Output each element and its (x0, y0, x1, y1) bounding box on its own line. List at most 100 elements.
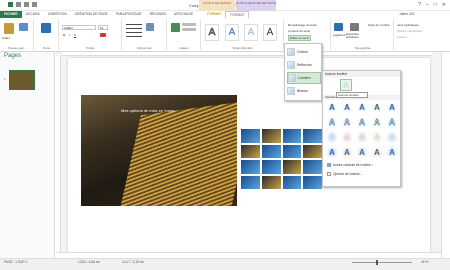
glow-option[interactable]: A (341, 132, 353, 143)
stylistic-alternates-button[interactable]: Jeux stylistiques (397, 23, 419, 27)
preview-strip (241, 129, 322, 189)
pages-panel-title: Pages (4, 53, 22, 59)
menu-item-bevel[interactable]: Biseau (287, 85, 321, 97)
font-color-icon[interactable] (100, 33, 106, 37)
more-glow-colors-label: Autres couleurs de lumière (333, 163, 371, 167)
context-drawing-tools: OUTILS DE DESSIN (199, 0, 235, 11)
close-button[interactable]: ✕ (442, 2, 446, 8)
tab-page-design[interactable]: CRÉATION DE PAGE (71, 11, 112, 18)
glow-option[interactable]: A (371, 132, 383, 143)
glow-option[interactable]: A (326, 132, 338, 143)
glow-option[interactable]: A (341, 102, 353, 113)
hyphenation-icon[interactable] (171, 23, 180, 32)
menu-item-shadow[interactable]: Ombre (287, 46, 321, 58)
glow-option[interactable]: A (371, 117, 383, 128)
swash-button[interactable]: Lettrine (397, 35, 407, 39)
bold-button[interactable]: G (63, 33, 65, 37)
italic-button[interactable]: I (69, 33, 70, 37)
tab-insert[interactable]: INSERTION (44, 11, 70, 18)
wordart-style-1[interactable]: A (205, 24, 219, 41)
palette-icon (327, 163, 331, 168)
menu-item-reflection-label: Réflexion (297, 63, 312, 67)
break-link-icon[interactable] (182, 28, 196, 31)
no-glow-option[interactable]: A (340, 79, 352, 91)
help-button[interactable]: ? (418, 2, 421, 8)
align-grid-icon[interactable] (126, 23, 142, 37)
menu-item-reflection[interactable]: Réflexion (287, 59, 321, 71)
save-icon[interactable] (16, 2, 21, 7)
tab-review[interactable]: RÉVISION (146, 11, 170, 18)
tab-home[interactable]: ACCUEIL (22, 11, 45, 18)
preview-tile (261, 144, 281, 158)
tooltip: Aucune lumière (336, 92, 368, 98)
tab-format-textbox[interactable]: FORMAT (225, 11, 250, 18)
paste-button[interactable]: Coller (2, 36, 10, 40)
status-page[interactable]: PAGE : 1 SUR 1 (4, 260, 27, 264)
wordart-style-4[interactable]: A (263, 24, 277, 41)
glow-option[interactable]: A (341, 117, 353, 128)
glow-option[interactable]: A (356, 117, 368, 128)
preview-tile (282, 129, 302, 143)
wordart-style-3-glyph: A (247, 27, 255, 38)
bevel-icon (287, 87, 295, 95)
minimize-button[interactable]: – (426, 2, 429, 8)
quick-access-toolbar (8, 2, 37, 9)
font-select[interactable]: Calibri (62, 25, 96, 30)
undo-icon[interactable] (24, 2, 29, 7)
glow-option[interactable]: A (341, 147, 353, 158)
text-effects-button[interactable]: Effets du texte (288, 35, 312, 41)
font-size-select[interactable]: 12 (98, 25, 108, 30)
create-link-icon[interactable] (182, 23, 196, 26)
columns-icon[interactable] (146, 23, 154, 31)
group-typography: Ligatures Ensembles stylistiques Style d… (332, 19, 394, 50)
redo-icon[interactable] (32, 2, 37, 7)
glow-option[interactable]: A (356, 132, 368, 143)
glow-option[interactable]: A (371, 102, 383, 113)
wordart-style-3[interactable]: A (244, 24, 258, 41)
text-outline-button[interactable]: Contour du texte (288, 29, 310, 33)
glow-options-item[interactable]: Options de lumière... (327, 172, 363, 177)
glow-option[interactable]: A (386, 102, 398, 113)
glow-option[interactable]: A (356, 102, 368, 113)
tab-mailings[interactable]: PUBLIPOSTAGE (112, 11, 146, 18)
text-direction-icon[interactable] (41, 23, 51, 33)
zoom-slider-thumb[interactable] (376, 260, 378, 265)
ligatures-button[interactable]: Ligatures (333, 33, 345, 37)
no-glow-header: Aucune lumière (323, 71, 400, 77)
tab-format-drawing[interactable]: FORMAT (203, 11, 225, 18)
glow-option[interactable]: A (326, 147, 338, 158)
glow-option[interactable]: A (386, 132, 398, 143)
vertical-scrollbar[interactable] (441, 52, 449, 258)
glow-options-label: Options de lumière... (333, 172, 363, 176)
stylistic-sets-icon[interactable] (350, 23, 359, 31)
photo-caption-textbox[interactable]: Mes options de mise en forme (121, 108, 175, 113)
stylistic-sets-button[interactable]: Ensembles stylistiques (346, 33, 366, 39)
preview-tile (241, 144, 260, 158)
page-thumbnail[interactable] (9, 70, 35, 90)
glow-option[interactable]: A (326, 102, 338, 113)
text-fill-button[interactable]: Remplissage du texte (288, 23, 317, 27)
number-style-button[interactable]: Style de nombre (368, 23, 390, 27)
group-text: Texte (35, 19, 59, 50)
preview-tile (241, 129, 260, 143)
wordart-style-2[interactable]: A (225, 24, 239, 41)
zoom-level[interactable]: 45 % (421, 260, 428, 264)
glow-option[interactable]: A (371, 147, 383, 158)
text-fit-icon[interactable] (19, 23, 28, 31)
glow-option[interactable]: A (326, 117, 338, 128)
paste-icon[interactable] (4, 23, 14, 34)
menu-item-glow[interactable]: Lumière (287, 72, 321, 84)
tab-file[interactable]: FICHIER (0, 11, 22, 18)
glow-option[interactable]: A (356, 147, 368, 158)
tab-view[interactable]: AFFICHAGE (170, 11, 197, 18)
zoom-slider[interactable] (352, 262, 412, 263)
maximize-button[interactable]: □ (434, 2, 437, 8)
small-caps-button[interactable]: Petites majuscules (397, 29, 422, 33)
glow-option[interactable]: A (386, 147, 398, 158)
ligatures-icon[interactable] (334, 23, 343, 31)
photo-with-text[interactable]: Mes options de mise en forme (81, 95, 237, 206)
glow-option[interactable]: A (386, 117, 398, 128)
more-glow-colors-item[interactable]: Autres couleurs de lumière › (327, 163, 373, 168)
ribbon-tabs: FICHIER ACCUEIL INSERTION CRÉATION DE PA… (0, 11, 450, 18)
underline-button[interactable]: S (74, 33, 76, 37)
